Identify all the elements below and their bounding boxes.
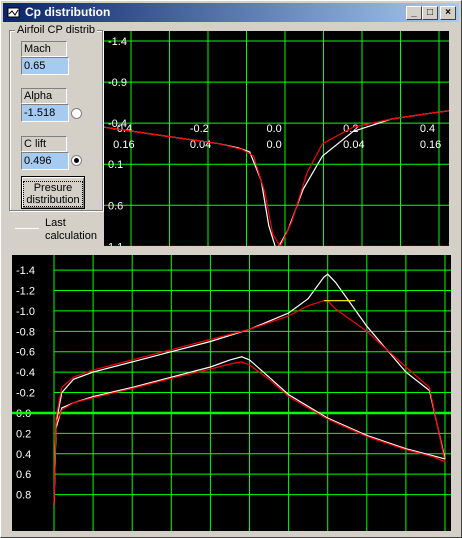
mach-label: Mach	[21, 41, 67, 57]
clift-field[interactable]: 0.496	[21, 152, 69, 170]
window-title: Cp distribution	[25, 5, 111, 19]
upper-cp-plot: -1.4-0.9-0.40.10.61.1-0.40.16-0.20.040.0…	[104, 31, 449, 246]
last-calculation-legend: Last calculation	[45, 217, 97, 243]
clift-label: C lift	[21, 136, 67, 152]
x-tick-label-top: 0.0	[267, 123, 282, 135]
last-calculation-legend-line	[15, 228, 39, 229]
y-tick-label: 1.1	[108, 241, 123, 246]
y-tick-label: 0.4	[16, 449, 31, 461]
cp-distribution-window: Cp distribution _ □ × Airfoil CP distrib…	[0, 0, 462, 538]
y-tick-label: -1.4	[108, 36, 127, 48]
lower-cp-chart: -1.4-1.2-1.0-0.8-0.6-0.4-0.20.00.20.40.6…	[12, 255, 451, 531]
alpha-label: Alpha	[21, 88, 67, 104]
button-label-line2: distribution	[26, 193, 80, 206]
clift-radio[interactable]	[71, 155, 82, 166]
y-tick-label: -1.0	[16, 306, 35, 318]
y-tick-label: 0.2	[16, 428, 31, 440]
upper-plot-edge	[451, 31, 461, 246]
y-tick-label: -0.6	[16, 347, 35, 359]
legend-line1: Last	[45, 217, 66, 229]
y-tick-label: 0.8	[16, 490, 31, 502]
button-focus: Presure distribution	[23, 180, 83, 207]
close-button[interactable]: ×	[440, 6, 456, 20]
alpha-field[interactable]: -1.518	[21, 104, 69, 122]
x-tick-label-bottom: 0.16	[113, 139, 134, 151]
legend-line2: calculation	[45, 230, 97, 242]
radio-dot	[74, 158, 79, 163]
maximize-button[interactable]: □	[422, 6, 438, 20]
y-tick-label: -1.2	[16, 286, 35, 298]
upper-cp-chart: -1.4-0.9-0.40.10.61.1-0.40.16-0.20.040.0…	[104, 31, 449, 246]
x-tick-label-bottom: 0.0	[267, 139, 282, 151]
title-bar[interactable]: Cp distribution _ □ ×	[3, 3, 459, 22]
group-title: Airfoil CP distrib	[15, 24, 98, 36]
y-tick-label: 0.1	[108, 159, 123, 171]
y-tick-label: 0.6	[108, 200, 123, 212]
alpha-radio[interactable]	[71, 108, 82, 119]
button-label-line1: Presure	[33, 181, 73, 194]
mach-field[interactable]: 0.65	[21, 57, 69, 75]
y-tick-label: -0.2	[16, 388, 35, 400]
y-tick-label: -0.9	[108, 77, 127, 89]
x-tick-label-bottom: 0.04	[343, 139, 364, 151]
y-tick-label: -1.4	[16, 265, 35, 277]
y-tick-label: -0.8	[16, 326, 35, 338]
y-tick-label: 0.6	[16, 469, 31, 481]
x-tick-label-top: -0.2	[190, 123, 209, 135]
x-tick-label-top: 0.4	[420, 123, 435, 135]
lower-cp-plot: -1.4-1.2-1.0-0.8-0.6-0.4-0.20.00.20.40.6…	[12, 255, 451, 531]
y-tick-label: -0.4	[16, 367, 35, 379]
app-icon	[7, 7, 20, 18]
x-tick-label-bottom: 0.16	[420, 139, 441, 151]
pressure-distribution-button[interactable]: Presure distribution	[21, 176, 85, 209]
minimize-button[interactable]: _	[406, 6, 422, 20]
